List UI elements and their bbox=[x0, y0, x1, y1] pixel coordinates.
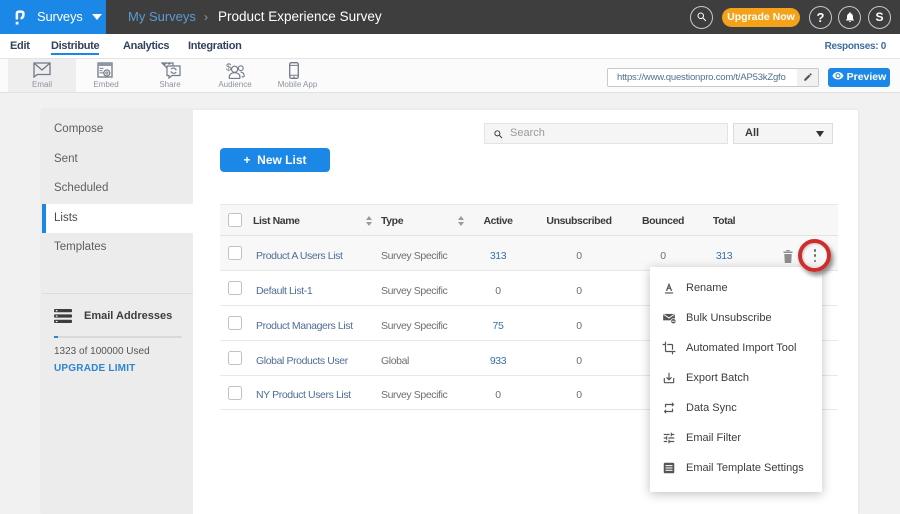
svg-text:$: $ bbox=[226, 63, 232, 74]
